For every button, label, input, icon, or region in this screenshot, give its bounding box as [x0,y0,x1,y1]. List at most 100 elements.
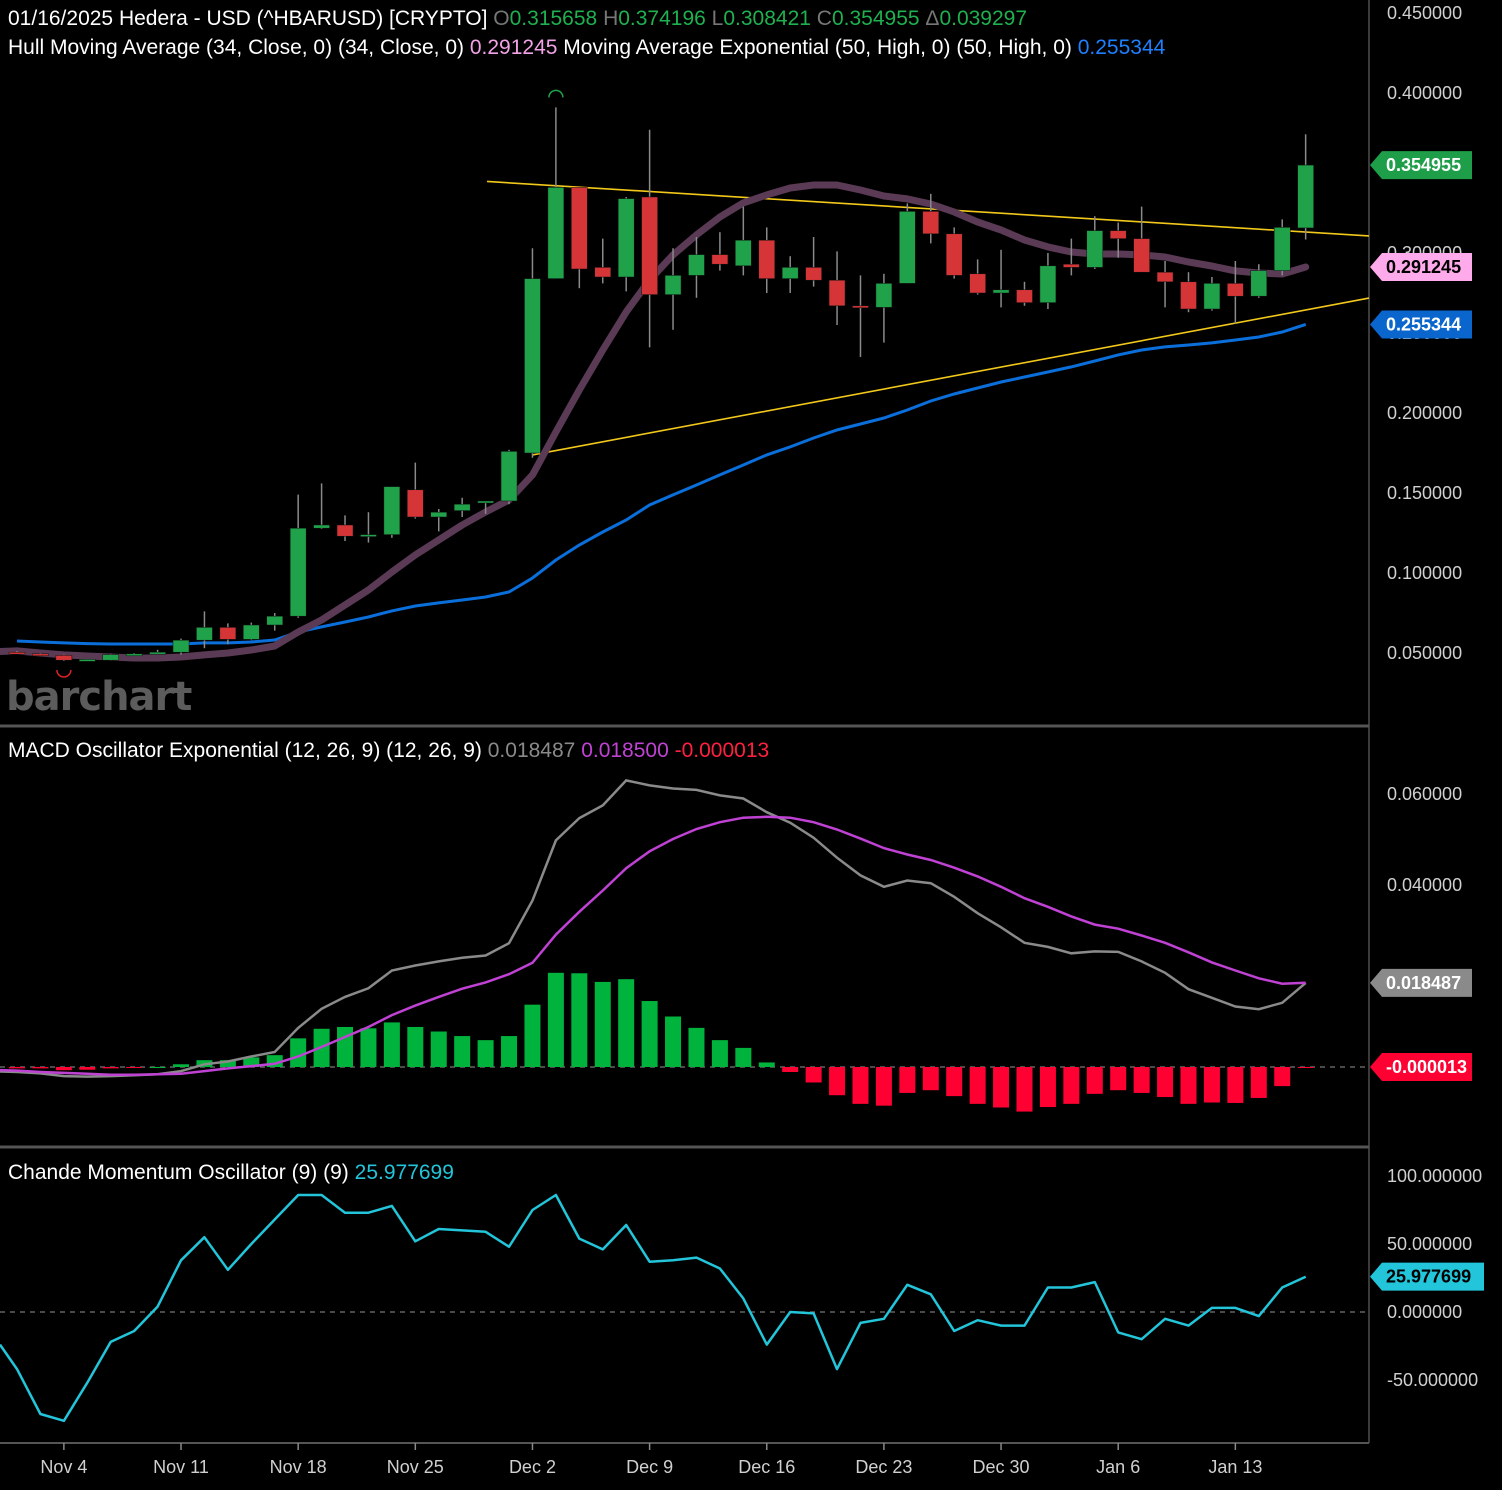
candle-body-up [524,278,541,454]
macd-histogram-bar[interactable] [711,1040,728,1067]
candle[interactable] [79,659,96,662]
macd-histogram-bar[interactable] [688,1027,705,1067]
candle-body-up [266,615,283,626]
macd-histogram-bar[interactable] [454,1036,471,1067]
candle[interactable] [524,248,541,458]
macd-histogram-bar[interactable] [1086,1067,1103,1094]
candle[interactable] [172,638,190,655]
macd-histogram-bar[interactable] [32,1067,49,1069]
hull-ma-legend-label[interactable]: Hull Moving Average (34, Close, 0) [8,36,332,59]
macd-histogram-bar[interactable] [1157,1067,1174,1098]
hull-ma-legend-params: (34, Close, 0) [338,36,464,59]
macd-histogram-bar[interactable] [805,1067,822,1083]
y-axis-tick-label: 0.450000 [1387,3,1462,23]
macd-histogram-bar[interactable] [1274,1067,1291,1087]
candle[interactable] [500,449,518,505]
candle[interactable] [102,653,119,661]
macd-histogram-bar[interactable] [337,1026,354,1067]
candle[interactable] [243,622,260,641]
legend-low-label: L [712,7,724,30]
candle-body-up [360,534,377,537]
macd-histogram-bar[interactable] [641,1001,658,1067]
macd-histogram-bar[interactable] [618,979,635,1067]
candle-body-down [1133,238,1150,273]
macd-histogram-bar[interactable] [758,1062,775,1067]
macd-histogram-bar[interactable] [290,1038,307,1067]
macd-histogram-bar[interactable] [383,1022,400,1067]
macd-histogram-bar[interactable] [782,1067,799,1073]
macd-histogram-bar[interactable] [1016,1067,1033,1112]
candle[interactable] [383,486,401,538]
candle-body-up [875,283,893,308]
macd-histogram-bar[interactable] [9,1067,25,1069]
candle-body-up [992,289,1010,294]
price-legend-line-2: Hull Moving Average (34, Close, 0) (34, … [8,36,1166,59]
legend-high-label: H [603,7,618,30]
macd-histogram-bar[interactable] [899,1067,916,1093]
y-axis-tick-label: 0.150000 [1387,483,1462,503]
candle-body-down [1016,289,1033,303]
macd-histogram-bar[interactable] [102,1067,119,1069]
macd-histogram-bar[interactable] [1110,1067,1127,1091]
candle-body-up [79,659,96,662]
candle-body-up [500,451,518,502]
candle-body-up [617,198,635,278]
macd-histogram-bar[interactable] [477,1040,494,1067]
candle-body-up [547,187,565,279]
macd-histogram-bar[interactable] [1133,1067,1150,1093]
macd-histogram-bar[interactable] [173,1064,190,1067]
macd-histogram-bar[interactable] [1063,1067,1080,1104]
macd-histogram-bar[interactable] [735,1047,752,1067]
macd-legend-params: (12, 26, 9) [386,739,482,762]
price-last-value-label: 0.354955 [1370,151,1472,180]
y-axis-tick-label: 0.050000 [1387,643,1462,663]
chart-canvas[interactable]: barchart 0.4500000.4000000.3500000.30000… [0,0,1502,1490]
macd-histogram-bar[interactable] [969,1067,986,1104]
macd-histogram-bar[interactable] [829,1067,846,1096]
macd-histogram-bar[interactable] [547,972,564,1067]
candle[interactable] [617,197,635,292]
macd-histogram-bar[interactable] [1227,1067,1244,1103]
macd-histogram-bar[interactable] [79,1067,96,1070]
candle[interactable] [945,227,963,279]
macd-histogram-bar[interactable] [571,973,588,1067]
macd-histogram-bar[interactable] [55,1067,72,1071]
price-last-value-label: 0.255344 [1370,310,1472,339]
macd-histogram-last-value-label: -0.000013 [1370,1053,1472,1081]
macd-histogram-bar[interactable] [501,1036,518,1067]
candle[interactable] [55,654,73,661]
macd-histogram-bar[interactable] [875,1067,892,1106]
macd-histogram-bar[interactable] [1039,1067,1056,1108]
macd-histogram-bar[interactable] [430,1031,447,1067]
y-axis-tick-label: 0.400000 [1387,83,1462,103]
macd-histogram-bar[interactable] [1180,1067,1197,1104]
candle[interactable] [899,203,916,284]
legend-close-label: C [817,7,832,30]
macd-histogram-bar[interactable] [665,1016,682,1067]
macd-histogram-bar[interactable] [852,1067,869,1104]
macd-histogram-bar[interactable] [360,1028,377,1067]
macd-histogram-bar[interactable] [594,981,611,1067]
macd-histogram-bar[interactable] [149,1067,166,1068]
macd-histogram-bar[interactable] [993,1067,1010,1108]
cmo-last-value-label-text: 25.977699 [1386,1267,1471,1287]
candle-body-down [1180,281,1197,310]
macd-histogram-bar[interactable] [1297,1067,1314,1068]
macd-histogram-bar[interactable] [946,1067,963,1097]
candle-body-down [407,489,424,518]
candle-body-up [688,254,705,276]
macd-histogram-bar[interactable] [524,1004,541,1067]
macd-histogram-bar[interactable] [407,1026,424,1067]
ema-legend-label[interactable]: Moving Average Exponential (50, High, 0) [563,36,950,59]
macd-histogram-bar[interactable] [126,1067,143,1068]
macd-legend-label[interactable]: MACD Oscillator Exponential (12, 26, 9) [8,739,380,762]
barchart-watermark-logo: barchart [6,674,192,720]
legend-close-value: 0.354955 [832,7,920,30]
macd-histogram-bar[interactable] [922,1067,939,1091]
candle[interactable] [1273,219,1291,276]
macd-histogram-bar[interactable] [1203,1067,1220,1103]
macd-histogram-bar[interactable] [1250,1067,1267,1098]
candle-body-up [1273,227,1291,271]
y-axis-tick-label: -50.000000 [1387,1370,1478,1390]
cmo-legend-label[interactable]: Chande Momentum Oscillator (9) [8,1161,317,1184]
